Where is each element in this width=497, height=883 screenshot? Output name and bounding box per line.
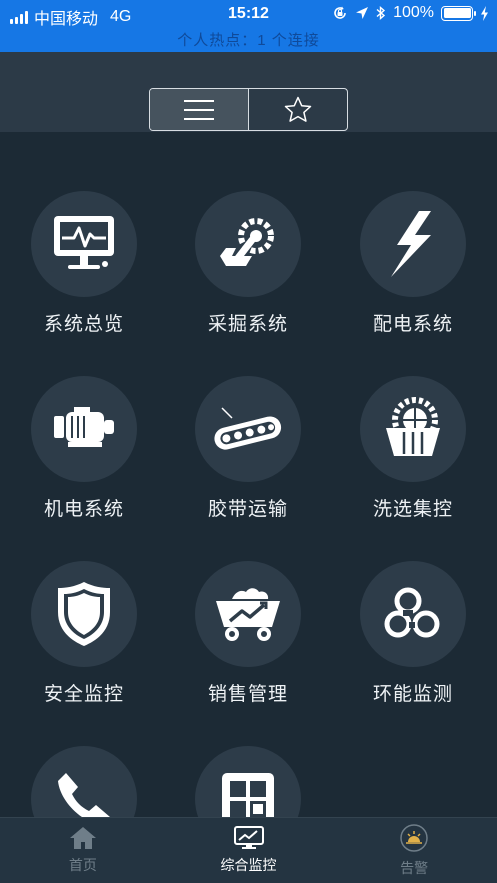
shield-icon xyxy=(58,582,110,646)
module-tile[interactable]: 机电系统 xyxy=(9,376,159,546)
star-icon xyxy=(284,96,312,122)
module-label: 采掘系统 xyxy=(207,314,288,335)
module-icon-circle xyxy=(31,191,137,297)
header xyxy=(0,52,497,132)
grid-icon xyxy=(222,773,274,817)
orientation-lock-icon xyxy=(334,6,346,19)
charging-icon xyxy=(481,5,488,21)
favorites-tab[interactable] xyxy=(248,89,347,130)
view-switcher xyxy=(149,88,348,131)
battery-percent: 100% xyxy=(393,4,434,21)
module-icon-circle xyxy=(195,561,301,667)
module-label: 销售管理 xyxy=(207,684,288,705)
module-tile[interactable]: 环能监测 xyxy=(338,561,488,731)
status-bar: 中国移动 4G 15:12 100% 个人热点：1 个连接 xyxy=(0,0,497,52)
module-tile[interactable]: 洗选集控 xyxy=(338,376,488,546)
phone-icon xyxy=(58,773,110,817)
location-icon xyxy=(356,7,369,19)
module-icon-circle xyxy=(31,561,137,667)
tab-alarm[interactable]: 告警 xyxy=(331,818,497,883)
tab-monitoring[interactable]: 综合监控 xyxy=(166,818,332,883)
tab-label: 首页 xyxy=(68,857,97,873)
hotspot-banner[interactable]: 个人热点：1 个连接 xyxy=(0,29,497,50)
module-tile[interactable]: 采掘系统 xyxy=(173,191,323,361)
module-grid: 系统总览 采掘系统 配电系统 机电系统 胶带运输 洗选集控 安全监控 销售管理 … xyxy=(0,132,497,817)
module-label: 机电系统 xyxy=(43,499,124,520)
module-tile[interactable] xyxy=(173,746,323,817)
battery-icon xyxy=(441,5,476,21)
module-tile[interactable]: 销售管理 xyxy=(173,561,323,731)
tab-label: 综合监控 xyxy=(220,857,277,873)
module-tile[interactable]: 安全监控 xyxy=(9,561,159,731)
conveyor-belt-icon xyxy=(214,407,282,450)
module-label: 胶带运输 xyxy=(207,499,288,520)
module-label: 洗选集控 xyxy=(372,499,453,520)
excavator-icon xyxy=(220,218,274,266)
module-icon-circle xyxy=(195,191,301,297)
mine-cart-icon xyxy=(216,588,280,641)
monitor-chart-icon xyxy=(233,826,264,849)
motor-icon xyxy=(54,407,114,447)
bluetooth-icon xyxy=(376,5,386,21)
alarm-sunrise-icon xyxy=(400,824,428,852)
list-icon xyxy=(184,99,214,120)
tab-home[interactable]: 首页 xyxy=(0,818,166,883)
module-icon-circle xyxy=(31,746,137,817)
module-tile[interactable]: 胶带运输 xyxy=(173,376,323,546)
monitor-icon xyxy=(54,216,114,269)
lightning-icon xyxy=(391,211,431,277)
environment-rings-icon xyxy=(384,587,440,638)
module-icon-circle xyxy=(360,376,466,482)
all-modules-tab[interactable] xyxy=(150,89,248,130)
module-icon-circle xyxy=(360,561,466,667)
status-icons: 100% xyxy=(332,4,489,22)
module-tile[interactable]: 配电系统 xyxy=(338,191,488,361)
module-icon-circle xyxy=(31,376,137,482)
module-label: 配电系统 xyxy=(372,314,453,335)
tab-label: 告警 xyxy=(400,860,429,876)
module-label: 安全监控 xyxy=(43,684,124,705)
module-icon-circle xyxy=(360,191,466,297)
module-tile[interactable]: 系统总览 xyxy=(9,191,159,361)
module-label: 环能监测 xyxy=(372,684,453,705)
module-tile[interactable] xyxy=(9,746,159,817)
module-icon-circle xyxy=(195,376,301,482)
tab-bar: 首页 综合监控 告警 xyxy=(0,817,497,883)
module-icon-circle xyxy=(195,746,301,817)
module-label: 系统总览 xyxy=(43,314,124,335)
home-icon xyxy=(69,827,96,849)
washing-wheel-icon xyxy=(386,397,440,456)
